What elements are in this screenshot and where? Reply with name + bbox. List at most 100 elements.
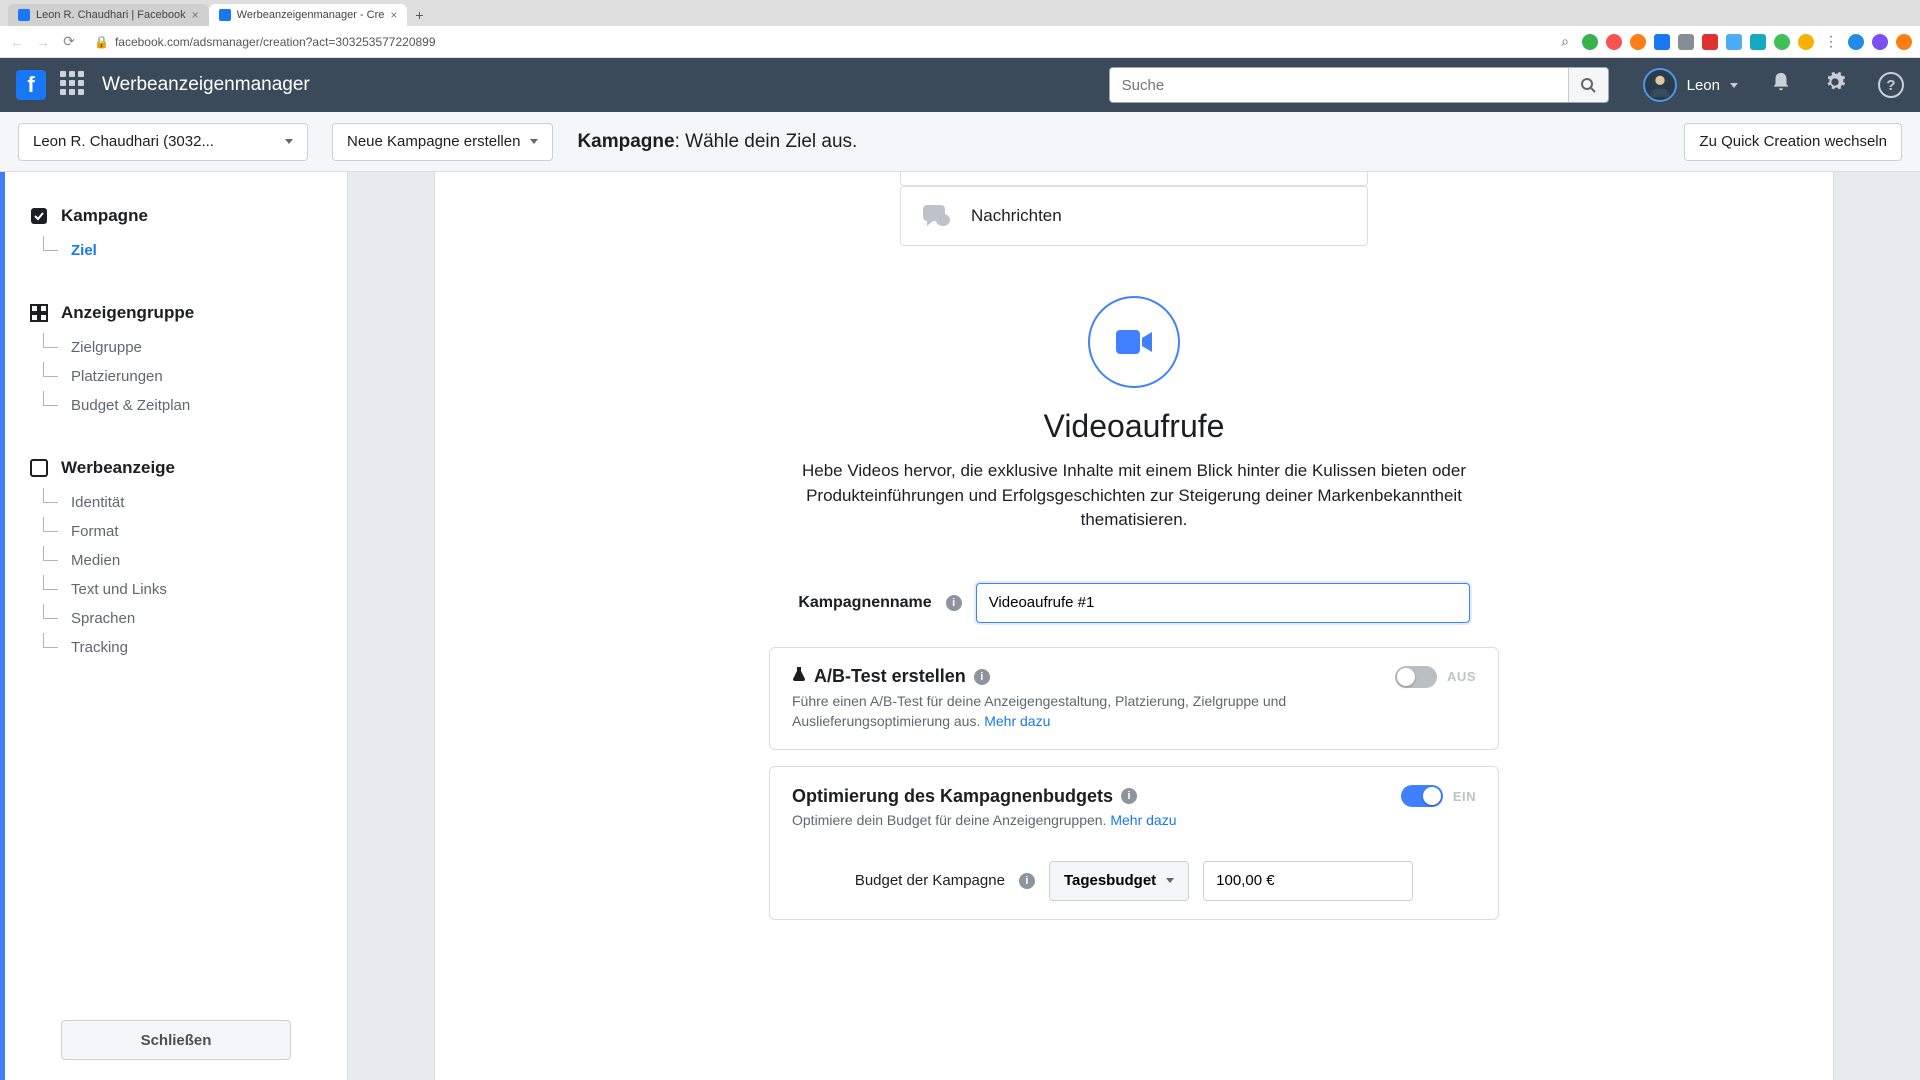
info-icon[interactable]: i	[946, 595, 962, 611]
sidebar-item-tracking[interactable]: Tracking	[39, 633, 347, 662]
extension-icon[interactable]	[1750, 34, 1766, 50]
close-icon[interactable]: ×	[192, 8, 199, 22]
hero-title: Videoaufrufe	[575, 408, 1693, 445]
sidebar-item-label: Ziel	[71, 242, 97, 259]
extension-icon[interactable]	[1726, 34, 1742, 50]
sidebar-item-ziel[interactable]: Ziel	[39, 236, 347, 265]
browser-chrome: Leon R. Chaudhari | Facebook × Werbeanze…	[0, 0, 1920, 58]
close-button[interactable]: Schließen	[61, 1020, 291, 1060]
budget-type-label: Tagesbudget	[1064, 872, 1156, 889]
sidebar-item-identitaet[interactable]: Identität	[39, 488, 347, 517]
facebook-favicon	[18, 9, 30, 21]
sidebar-item-label: Budget & Zeitplan	[71, 397, 190, 414]
flask-icon	[792, 666, 806, 687]
sidebar-item-text-links[interactable]: Text und Links	[39, 575, 347, 604]
sidebar-section-campaign: Kampagne Ziel	[5, 192, 347, 289]
campaign-icon	[29, 206, 49, 226]
search-button[interactable]	[1568, 68, 1608, 102]
sidebar-item-budget-zeitplan[interactable]: Budget & Zeitplan	[39, 391, 347, 420]
sidebar-item-zielgruppe[interactable]: Zielgruppe	[39, 333, 347, 362]
sidebar-item-label: Format	[71, 523, 119, 540]
objective-label: Nachrichten	[971, 206, 1062, 226]
new-tab-button[interactable]: +	[407, 4, 431, 26]
extension-icon[interactable]	[1654, 34, 1670, 50]
main-layout: Kampagne Ziel Anzeigengruppe Zielgruppe …	[0, 172, 1920, 1080]
forward-icon[interactable]: →	[34, 33, 52, 51]
sidebar-item-platzierungen[interactable]: Platzierungen	[39, 362, 347, 391]
sidebar-item-label: Medien	[71, 552, 120, 569]
browser-tab-active[interactable]: Werbeanzeigenmanager - Cre ×	[209, 4, 408, 26]
user-menu[interactable]: Leon	[1643, 68, 1738, 102]
sidebar-item-label: Tracking	[71, 639, 128, 656]
info-icon[interactable]: i	[1019, 873, 1035, 889]
chevron-down-icon	[1166, 878, 1174, 883]
objective-tile-nachrichten[interactable]: Nachrichten	[900, 186, 1368, 246]
budget-amount-input[interactable]	[1203, 861, 1413, 901]
extension-icon[interactable]	[1702, 34, 1718, 50]
sidebar-head-campaign[interactable]: Kampagne	[29, 206, 347, 226]
settings-icon[interactable]	[1824, 71, 1846, 99]
sidebar-item-label: Sprachen	[71, 610, 135, 627]
help-icon[interactable]: ?	[1878, 72, 1904, 98]
extension-icon[interactable]	[1798, 34, 1814, 50]
url-text: facebook.com/adsmanager/creation?act=303…	[115, 35, 436, 49]
sidebar-item-sprachen[interactable]: Sprachen	[39, 604, 347, 633]
learn-more-link[interactable]: Mehr dazu	[1110, 812, 1176, 828]
search-icon	[1580, 77, 1596, 93]
extension-icons: ⌕ ⋮	[1556, 33, 1912, 51]
extension-icon[interactable]	[1896, 34, 1912, 50]
fb-top-nav: f Werbeanzeigenmanager Leon ?	[0, 58, 1920, 112]
campaign-budget-row: Budget der Kampagne i Tagesbudget	[792, 861, 1476, 901]
sidebar-item-format[interactable]: Format	[39, 517, 347, 546]
quick-creation-button[interactable]: Zu Quick Creation wechseln	[1684, 123, 1902, 161]
content-area: Nachrichten Videoaufrufe Hebe Videos her…	[348, 172, 1920, 1080]
user-name: Leon	[1687, 77, 1720, 94]
avatar	[1643, 68, 1677, 102]
chevron-down-icon	[530, 139, 538, 144]
campaign-name-label: Kampagnenname	[798, 594, 931, 612]
toggle-state-label: AUS	[1447, 669, 1476, 684]
extension-icon[interactable]	[1848, 34, 1864, 50]
back-icon[interactable]: ←	[8, 33, 26, 51]
extension-icon[interactable]	[1606, 34, 1622, 50]
sidebar: Kampagne Ziel Anzeigengruppe Zielgruppe …	[0, 172, 348, 1080]
account-dropdown[interactable]: Leon R. Chaudhari (3032...	[18, 123, 308, 161]
sidebar-head-adset[interactable]: Anzeigengruppe	[29, 303, 347, 323]
notifications-icon[interactable]	[1770, 71, 1792, 99]
learn-more-link[interactable]: Mehr dazu	[984, 713, 1050, 729]
budget-opt-toggle[interactable]	[1401, 785, 1443, 807]
browser-tab-inactive[interactable]: Leon R. Chaudhari | Facebook ×	[8, 4, 209, 26]
sidebar-item-medien[interactable]: Medien	[39, 546, 347, 575]
campaign-name-input[interactable]	[976, 583, 1470, 623]
budget-type-select[interactable]: Tagesbudget	[1049, 861, 1189, 901]
chevron-down-icon	[1730, 83, 1738, 88]
facebook-logo[interactable]: f	[16, 70, 46, 100]
sidebar-section-adset: Anzeigengruppe Zielgruppe Platzierungen …	[5, 289, 347, 444]
toggle-state-label: EIN	[1453, 789, 1476, 804]
menu-icon[interactable]: ⋮	[1822, 33, 1840, 51]
budget-opt-panel: Optimierung des Kampagnenbudgets i EIN O…	[769, 766, 1499, 920]
reload-icon[interactable]: ⟳	[60, 33, 78, 51]
extension-icon[interactable]	[1582, 34, 1598, 50]
create-campaign-dropdown[interactable]: Neue Kampagne erstellen	[332, 123, 553, 161]
extension-icon[interactable]	[1678, 34, 1694, 50]
budget-opt-title: Optimierung des Kampagnenbudgets	[792, 786, 1113, 807]
info-icon[interactable]: i	[974, 669, 990, 685]
objective-tile-prev[interactable]	[900, 172, 1368, 186]
sidebar-head-ad[interactable]: Werbeanzeige	[29, 458, 347, 478]
info-icon[interactable]: i	[1121, 788, 1137, 804]
search-icon[interactable]: ⌕	[1556, 33, 1574, 51]
sidebar-section-label: Werbeanzeige	[61, 458, 175, 478]
extension-icon[interactable]	[1774, 34, 1790, 50]
apps-grid-icon[interactable]	[60, 71, 88, 99]
app-title: Werbeanzeigenmanager	[102, 74, 310, 96]
hero-section: Videoaufrufe Hebe Videos hervor, die exk…	[575, 256, 1693, 553]
extension-icon[interactable]	[1630, 34, 1646, 50]
sidebar-item-label: Platzierungen	[71, 368, 163, 385]
sidebar-section-ad: Werbeanzeige Identität Format Medien Tex…	[5, 444, 347, 686]
avatar-icon[interactable]	[1872, 34, 1888, 50]
abtest-toggle[interactable]	[1395, 666, 1437, 688]
address-bar[interactable]: 🔒 facebook.com/adsmanager/creation?act=3…	[86, 31, 444, 53]
search-input[interactable]	[1110, 77, 1568, 94]
close-icon[interactable]: ×	[390, 8, 397, 22]
